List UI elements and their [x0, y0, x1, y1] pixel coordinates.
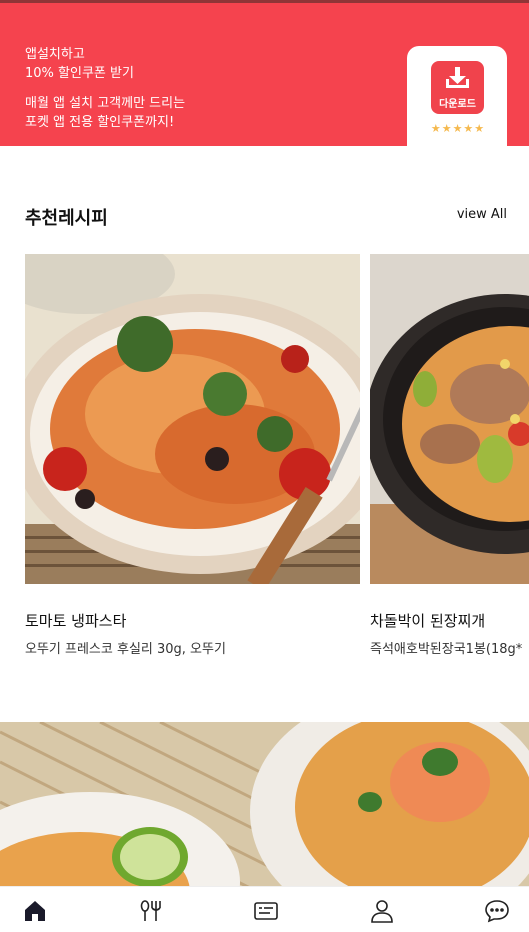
rating-stars: ★★★★★ — [430, 122, 486, 135]
banner-description-1: 매월 앱 설치 고객께만 드리는 — [25, 96, 186, 111]
download-app-button[interactable]: 다운로드 — [431, 61, 484, 114]
download-label: 다운로드 — [439, 99, 476, 110]
recipe-title: 토마토 냉파스타 — [25, 612, 127, 630]
featured-image[interactable] — [0, 722, 529, 888]
recipe-image[interactable] — [25, 254, 360, 584]
bottom-tab-bar — [0, 886, 529, 932]
chat-icon[interactable] — [484, 898, 510, 924]
recipe-card[interactable]: 토마토 냉파스타 오뚜기 프레스코 후실리 30g, 오뚜기 — [25, 254, 360, 657]
recipe-card[interactable]: 차돌박이 된장찌개 즉석애호박된장국1봉(18g* — [370, 254, 529, 657]
list-icon[interactable] — [253, 898, 279, 924]
recipe-ingredients: 즉석애호박된장국1봉(18g* — [370, 642, 523, 657]
recipe-title: 차돌박이 된장찌개 — [370, 612, 486, 630]
download-icon — [446, 67, 469, 88]
recipe-ingredients: 오뚜기 프레스코 후실리 30g, 오뚜기 — [25, 642, 226, 657]
recipe-image[interactable] — [370, 254, 529, 584]
utensils-icon[interactable] — [138, 898, 164, 924]
download-card[interactable]: 다운로드 ★★★★★ — [407, 46, 507, 150]
section-title: 추천레시피 — [25, 208, 108, 229]
promo-banner[interactable]: 앱설치하고 10% 할인쿠폰 받기 매월 앱 설치 고객께만 드리는 포켓 앱 … — [0, 0, 529, 150]
banner-headline-2: 10% 할인쿠폰 받기 — [25, 66, 134, 81]
user-icon[interactable] — [369, 898, 395, 924]
banner-top-strip — [0, 0, 529, 3]
banner-headline-1: 앱설치하고 — [25, 47, 85, 62]
view-all-link[interactable]: view All — [457, 207, 507, 222]
banner-description-2: 포켓 앱 전용 할인쿠폰까지! — [25, 115, 175, 130]
home-icon[interactable] — [22, 898, 48, 924]
